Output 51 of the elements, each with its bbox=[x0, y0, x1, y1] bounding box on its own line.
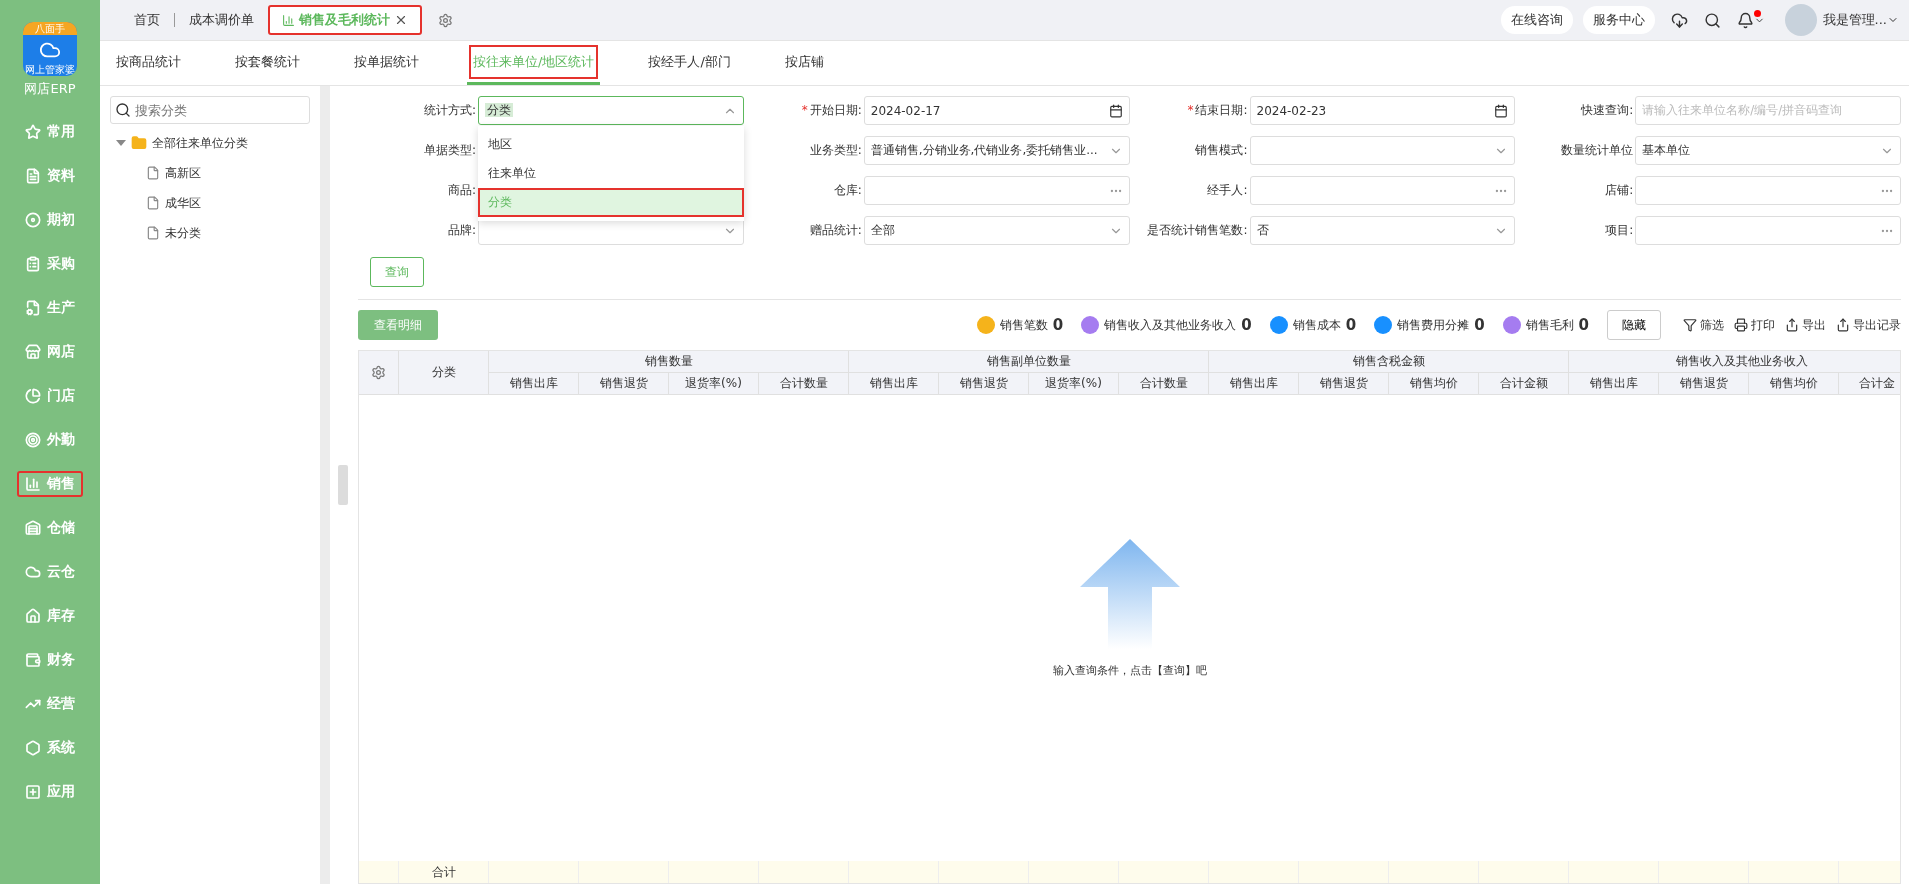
column-header: 合计金额 bbox=[1479, 373, 1569, 395]
column-header: 合计数量 bbox=[1119, 373, 1209, 395]
column-header: 销售均价 bbox=[1389, 373, 1479, 395]
stat-value: 0 bbox=[1474, 316, 1485, 334]
column-header: 合计数量 bbox=[759, 373, 849, 395]
field-label: * 开始日期: bbox=[800, 102, 863, 119]
column-group-header: 销售收入及其他业务收入 bbox=[1569, 351, 1900, 373]
field-label: 品牌: bbox=[446, 222, 477, 239]
field-label: 项目: bbox=[1604, 222, 1635, 239]
column-header: 销售退货 bbox=[939, 373, 1029, 395]
column-header: 销售出库 bbox=[849, 373, 939, 395]
field-label: 赠品统计: bbox=[808, 222, 863, 239]
field-label: 经手人: bbox=[1206, 182, 1249, 199]
app-logo: 八面手 网上管家婆 bbox=[23, 22, 77, 76]
column-header: 退货率(%) bbox=[1029, 373, 1119, 395]
field-label: 销售模式: bbox=[1194, 142, 1249, 159]
column-header: 销售出库 bbox=[489, 373, 579, 395]
field-label: * 结束日期: bbox=[1186, 102, 1249, 119]
stat-label: 销售笔数 bbox=[999, 316, 1048, 334]
field-label: 业务类型: bbox=[808, 142, 863, 159]
column-header: 销售退货 bbox=[1659, 373, 1749, 395]
column-header: 销售均价 bbox=[1749, 373, 1839, 395]
empty-message: 输入查询条件，点击【查询】吧 bbox=[1052, 662, 1207, 678]
stat-value: 0 bbox=[1578, 316, 1589, 334]
stat-value: 0 bbox=[1241, 316, 1252, 334]
column-header: 销售出库 bbox=[1209, 373, 1299, 395]
field-label: 统计方式: bbox=[422, 102, 477, 119]
column-header: 销售退货 bbox=[579, 373, 669, 395]
column-header: 分类 bbox=[399, 351, 489, 395]
stat-value: 0 bbox=[1052, 316, 1064, 334]
total-label: 合计 bbox=[399, 861, 489, 883]
stat-label: 销售费用分摊 bbox=[1397, 316, 1470, 334]
column-group-header: 销售副单位数量 bbox=[849, 351, 1209, 373]
column-header: 销售出库 bbox=[1569, 373, 1659, 395]
column-group-header: 销售含税金额 bbox=[1209, 351, 1569, 373]
field-label: 商品: bbox=[446, 182, 477, 199]
field-label: 店铺: bbox=[1604, 182, 1635, 199]
column-header: 合计金 bbox=[1839, 373, 1900, 395]
field-label: 数量统计单位 bbox=[1560, 142, 1635, 159]
stat-label: 销售收入及其他业务收入 bbox=[1104, 316, 1237, 334]
column-group-header: 销售数量 bbox=[489, 351, 849, 373]
app-name: 网店ERP bbox=[24, 80, 76, 98]
stat-label: 销售成本 bbox=[1292, 316, 1341, 334]
field-label: 是否统计销售笔数: bbox=[1146, 222, 1249, 239]
field-label: 快速查询: bbox=[1580, 102, 1635, 119]
field-label: 单据类型: bbox=[422, 142, 477, 159]
field-label: 仓库: bbox=[832, 182, 863, 199]
column-header: 销售退货 bbox=[1299, 373, 1389, 395]
stat-value: 0 bbox=[1345, 316, 1357, 334]
stat-label: 销售毛利 bbox=[1525, 316, 1574, 334]
column-header: 退货率(%) bbox=[669, 373, 759, 395]
